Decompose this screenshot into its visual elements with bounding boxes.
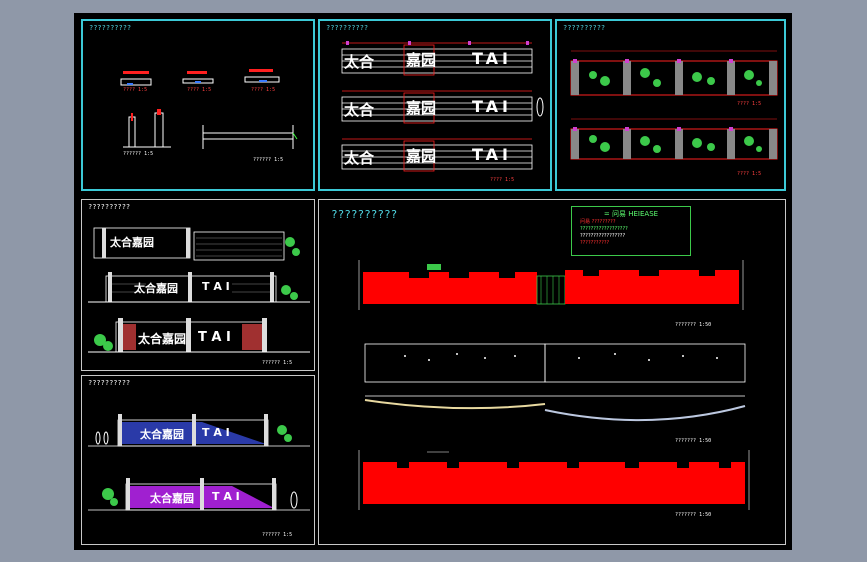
colored-sign-drawings <box>88 414 310 511</box>
sign-text-full: 太合嘉园 <box>110 236 154 249</box>
sign-text-latin: T A I <box>202 280 230 293</box>
sign-text-latin: T A I <box>198 330 231 345</box>
scale-label: ??????? 1:50 <box>675 322 712 328</box>
wall-plan-drawings <box>358 260 750 510</box>
sign-text-a: 太合 <box>344 101 375 119</box>
sign-wall-drawings <box>88 227 310 353</box>
panel-colored-sign-walls[interactable]: ?????????? 太合嘉园 T A I 太合嘉园 T A I ?????? … <box>81 375 315 545</box>
scale-label: ??????? 1:50 <box>675 438 712 444</box>
scale-label: ???? 1:5 <box>737 101 762 107</box>
scale-label: ???? 1:5 <box>490 177 515 183</box>
sign-text-latin: TAI <box>472 49 513 68</box>
panel-planter-elevations[interactable]: ?????????? ???? 1:5 ???? 1:5 <box>555 19 786 191</box>
sign-text-full: 太合嘉园 <box>138 332 187 346</box>
scale-label: ?????? 1:5 <box>262 360 293 366</box>
detail-drawings <box>120 69 298 149</box>
sign-text-latin: TAI <box>472 145 513 164</box>
scale-label: ?????? 1:5 <box>123 151 154 157</box>
scale-label: ???? 1:5 <box>737 171 762 177</box>
scale-label: ???? 1:5 <box>123 87 148 93</box>
panel-sign-walls[interactable]: ?????????? 太合嘉园 太合嘉园 T A I 太合嘉园 T A I ??… <box>81 199 315 371</box>
panel-details[interactable]: ?????????? ???? 1:5 ???? 1:5 ???? 1:5 ??… <box>81 19 315 191</box>
sign-text-latin: T A I <box>212 490 240 503</box>
sign-text-full: 太合嘉园 <box>150 492 194 505</box>
scale-label: ???? 1:5 <box>187 87 212 93</box>
sign-text-full: 太合嘉园 <box>134 282 178 295</box>
scale-label: ?????? 1:5 <box>253 157 284 163</box>
sign-text-b: 嘉园 <box>406 147 437 165</box>
panel-wall-plan[interactable]: ?????????? = 问易 HEIEASE 问易 ????????? ???… <box>318 199 786 545</box>
sign-text-latin: T A I <box>202 426 230 439</box>
sign-text-latin: TAI <box>472 97 513 116</box>
scale-label: ???? 1:5 <box>251 87 276 93</box>
scale-label: ??????? 1:50 <box>675 512 712 518</box>
sign-text-b: 嘉园 <box>406 99 437 117</box>
sign-text-full: 太合嘉园 <box>140 428 184 441</box>
drawing-sheet[interactable]: ?????????? ???? 1:5 ???? 1:5 ???? 1:5 ??… <box>74 13 792 550</box>
panel-sign-elevations[interactable]: ?????????? 太合 嘉园 TAI 太合 嘉园 TAI 太合 嘉园 TAI… <box>318 19 552 191</box>
scale-label: ?????? 1:5 <box>262 532 293 538</box>
sign-text-b: 嘉园 <box>406 51 437 69</box>
sign-text-a: 太合 <box>344 149 375 167</box>
sign-text-a: 太合 <box>344 53 375 71</box>
